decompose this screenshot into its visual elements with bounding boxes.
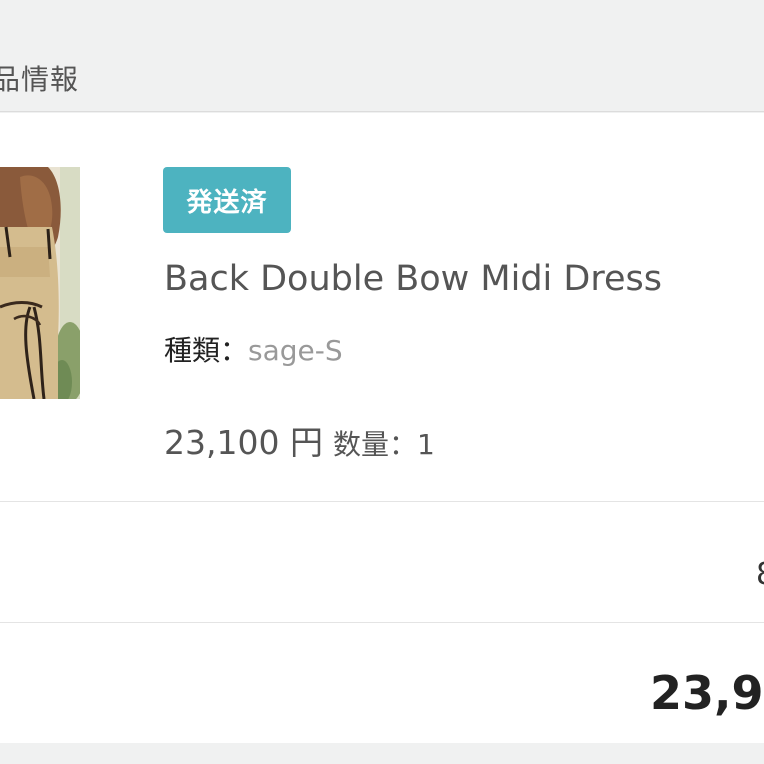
quantity-label: 数量： [332, 428, 417, 461]
product-name[interactable]: Back Double Bow Midi Dress [164, 259, 662, 299]
order-item-card: 発送済 Back Double Bow Midi Dress 種類：sage-S… [0, 113, 764, 743]
product-photo [0, 167, 80, 399]
order-detail-page: 品情報 発送済 Back Double Bow Midi Dress 種類：sa… [0, 0, 764, 764]
total-amount: 23,93 [650, 666, 764, 720]
section-header: 品情報 [0, 0, 764, 112]
divider [0, 622, 764, 623]
section-title: 品情報 [0, 63, 80, 96]
status-badge: 発送済 [163, 167, 291, 233]
variant-value: sage-S [248, 334, 343, 367]
summary-row-value: 8 [756, 557, 764, 592]
price-row: 23,100 円数量：1 [164, 416, 435, 464]
price: 23,100 円 [164, 423, 323, 462]
product-thumbnail[interactable] [0, 167, 80, 399]
divider [0, 501, 764, 502]
quantity-value: 1 [416, 428, 435, 461]
variant-label: 種類： [164, 334, 249, 367]
variant-row: 種類：sage-S [164, 329, 343, 369]
